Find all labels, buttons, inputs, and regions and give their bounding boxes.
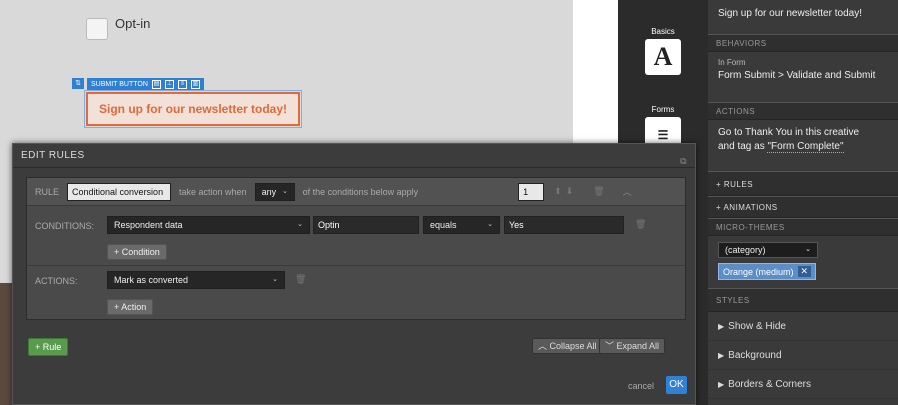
styles-header: STYLES: [708, 288, 898, 312]
behaviors-header: BEHAVIORS: [708, 34, 898, 52]
theme-tag: Orange (medium) ✕: [718, 263, 817, 280]
style-background[interactable]: ▶ Background: [708, 341, 898, 370]
element-text[interactable]: Sign up for our newsletter today!: [708, 0, 898, 34]
rule-label: RULE: [35, 186, 60, 197]
condition-source-value: Respondent data: [114, 220, 183, 230]
actions-line-1: Go to Thank You in this creative: [718, 127, 860, 138]
match-select-value: any: [261, 186, 277, 197]
collapse-all-button[interactable]: ︿ Collapse All: [532, 338, 603, 354]
collapse-icon: ︿: [538, 341, 550, 351]
drag-handle-icon[interactable]: ⇅: [72, 78, 84, 89]
action-select-value: Mark as converted: [114, 275, 189, 285]
theme-tag-label: Orange (medium): [723, 266, 794, 277]
trash-icon[interactable]: 🗑: [593, 186, 604, 197]
take-action-text: take action when: [179, 186, 247, 197]
cancel-link[interactable]: cancel: [628, 381, 654, 391]
style-label: Background: [728, 350, 782, 361]
expand-icon: ▶: [718, 351, 725, 360]
rule-card: RULE Conditional conversion take action …: [26, 177, 686, 320]
action-select[interactable]: Mark as converted ⌄: [107, 271, 285, 289]
optin-checkbox[interactable]: [86, 18, 108, 40]
chevron-down-icon: ⌄: [272, 276, 278, 283]
add-action-button[interactable]: + Action: [107, 299, 154, 315]
ok-button[interactable]: OK: [666, 376, 687, 394]
add-rule-button[interactable]: + Rule: [28, 338, 69, 356]
condition-operator-value: equals: [430, 220, 457, 230]
chevron-down-icon: ⌄: [282, 187, 288, 195]
popout-icon[interactable]: ⧉: [680, 149, 687, 173]
edit-rules-dialog: EDIT RULES ⧉ RULE Conditional conversion…: [12, 143, 696, 405]
conditions-label: CONDITIONS:: [35, 221, 95, 231]
trash-icon[interactable]: 🗑: [635, 219, 646, 230]
typography-icon: A: [645, 39, 681, 75]
actions-label: ACTIONS:: [35, 276, 78, 286]
match-select[interactable]: any ⌄: [254, 182, 295, 201]
rules-header[interactable]: + RULES: [708, 171, 898, 196]
remove-icon[interactable]: ✕: [797, 266, 812, 277]
actions-text[interactable]: Go to Thank You in this creative and tag…: [708, 120, 898, 171]
rule-name-input[interactable]: Conditional conversion: [67, 182, 172, 201]
condition-source-select[interactable]: Respondent data ⌄: [107, 216, 310, 234]
move-up-icon[interactable]: ⬆: [554, 186, 562, 197]
rule-header-row: RULE Conditional conversion take action …: [27, 178, 685, 206]
widget-forms-label: Forms: [651, 105, 675, 114]
trash-icon[interactable]: 🗑: [295, 274, 306, 285]
settings-icon[interactable]: ▤: [151, 80, 161, 89]
chevron-down-icon: ⌄: [805, 246, 811, 253]
expand-all-button[interactable]: ﹀ Expand All: [599, 338, 666, 354]
expand-all-label: Expand All: [616, 341, 660, 351]
category-select-value: (category): [725, 245, 766, 255]
add-condition-button[interactable]: + Condition: [107, 244, 167, 260]
dialog-title: EDIT RULES: [21, 150, 85, 161]
conditions-apply-text: of the conditions below apply: [302, 186, 419, 197]
move-down-icon[interactable]: ⬇: [566, 186, 574, 197]
widget-basics-label: Basics: [651, 27, 675, 36]
expand-icon: ▶: [718, 380, 725, 389]
optin-label: Opt-in: [115, 16, 151, 31]
style-borders-corners[interactable]: ▶ Borders & Corners: [708, 370, 898, 399]
pin-icon[interactable]: ⊥: [164, 80, 174, 89]
animations-header[interactable]: + ANIMATIONS: [708, 196, 898, 218]
trash-icon[interactable]: ▥: [190, 80, 200, 89]
category-select[interactable]: (category) ⌄: [718, 242, 818, 258]
widget-basics[interactable]: Basics A: [640, 27, 686, 75]
condition-operator-select[interactable]: equals ⌄: [423, 216, 500, 234]
collapse-icon[interactable]: ︿: [623, 185, 632, 198]
chevron-down-icon: ⌄: [487, 221, 493, 228]
actions-tag: "Form Complete": [767, 141, 844, 153]
submit-button[interactable]: Sign up for our newsletter today!: [84, 90, 302, 128]
style-show-hide[interactable]: ▶ Show & Hide: [708, 312, 898, 341]
expand-icon: ﹀: [605, 341, 617, 351]
chevron-down-icon: ⌄: [297, 221, 303, 228]
element-type-label: SUBMIT BUTTON: [91, 81, 148, 88]
priority-input[interactable]: 1: [518, 182, 545, 201]
element-toolbar: SUBMIT BUTTON ▤ ⊥ ≡ ▥: [87, 78, 204, 91]
style-label: Borders & Corners: [728, 379, 811, 390]
style-label: Show & Hide: [728, 321, 786, 332]
actions-line-2: and tag as: [718, 141, 768, 152]
microthemes-header: MICRO-THEMES: [708, 218, 898, 236]
properties-panel: Sign up for our newsletter today! BEHAVI…: [708, 0, 898, 405]
actions-header: ACTIONS: [708, 102, 898, 120]
collapse-all-label: Collapse All: [549, 341, 597, 351]
expand-icon: ▶: [718, 322, 725, 331]
behavior-context: In Form: [718, 58, 746, 67]
condition-field-input[interactable]: Optin: [313, 216, 419, 234]
copy-icon[interactable]: ≡: [177, 80, 187, 89]
behavior-value[interactable]: Form Submit > Validate and Submit: [718, 70, 888, 81]
condition-value-input[interactable]: Yes: [504, 216, 624, 234]
